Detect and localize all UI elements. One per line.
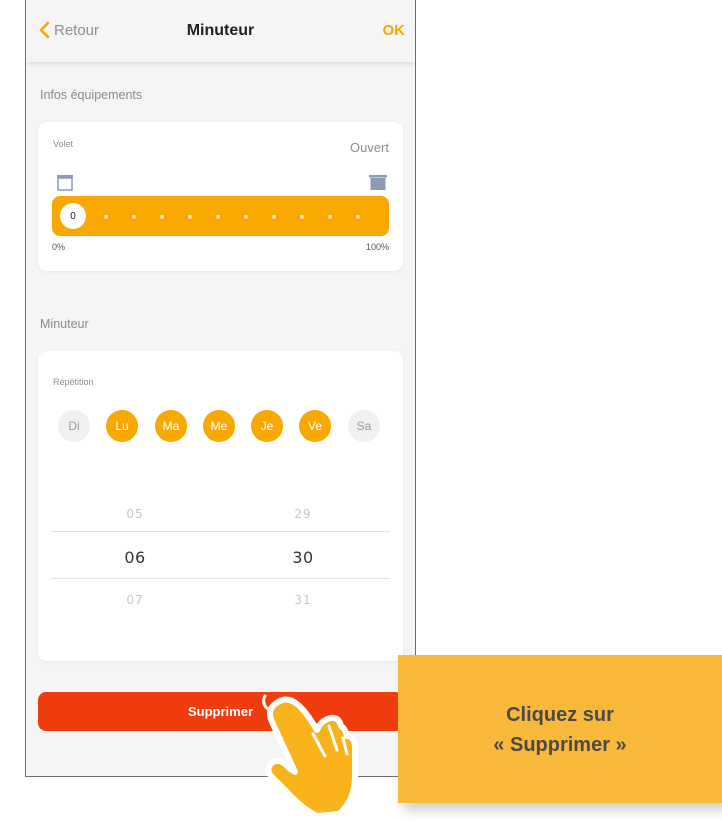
- instruction-callout: Cliquez sur « Supprimer »: [398, 655, 722, 803]
- slider-step-dot: [244, 215, 248, 219]
- device-state: Ouvert: [349, 140, 389, 155]
- hour-option-prev[interactable]: 05: [115, 507, 155, 521]
- day-toggle-me[interactable]: Me: [203, 410, 235, 442]
- slider-step-dot: [216, 215, 220, 219]
- slider-min-label: 0%: [52, 242, 66, 252]
- day-toggle-ma[interactable]: Ma: [155, 410, 187, 442]
- equipment-section-label: Infos équipements: [40, 88, 143, 102]
- picker-divider: [51, 531, 390, 532]
- page-title: Minuteur: [186, 22, 255, 39]
- slider-step-dot: [188, 215, 192, 219]
- phone-screen: Retour Minuteur OK Infos équipements Vol…: [25, 0, 416, 777]
- slider-step-dot: [272, 215, 276, 219]
- minute-option-next[interactable]: 31: [283, 593, 323, 607]
- slider-step-dot: [160, 215, 164, 219]
- slider-value: 0: [70, 210, 76, 222]
- day-toggle-lu[interactable]: Lu: [106, 410, 138, 442]
- slider-step-dot: [328, 215, 332, 219]
- slider-step-dot: [104, 215, 108, 219]
- shutter-open-icon: [56, 175, 74, 196]
- pointing-hand-icon: [255, 690, 375, 821]
- timer-section-label: Minuteur: [40, 317, 89, 331]
- day-toggle-ve[interactable]: Ve: [299, 410, 331, 442]
- day-toggle-sa[interactable]: Sa: [348, 410, 380, 442]
- timer-card: Répétition Di Lu Ma Me Je Ve Sa 05 06 07…: [38, 351, 403, 661]
- top-bar: Retour Minuteur OK: [26, 0, 415, 62]
- slider-step-dot: [132, 215, 136, 219]
- hour-option-selected[interactable]: 06: [115, 548, 155, 567]
- equipment-card: Volet Ouvert 0 0% 100%: [38, 122, 403, 271]
- slider-handle[interactable]: 0: [60, 203, 86, 229]
- repeat-label: Répétition: [53, 377, 94, 387]
- slider-step-dot: [300, 215, 304, 219]
- shutter-closed-icon: [369, 175, 387, 196]
- ok-button[interactable]: OK: [383, 22, 406, 39]
- slider-max-label: 100%: [365, 242, 389, 252]
- minute-option-selected[interactable]: 30: [283, 548, 323, 567]
- position-slider[interactable]: 0: [52, 196, 389, 236]
- day-toggle-di[interactable]: Di: [58, 410, 90, 442]
- instruction-text: Cliquez sur « Supprimer »: [493, 704, 627, 756]
- slider-step-dot: [356, 215, 360, 219]
- minute-option-prev[interactable]: 29: [283, 507, 323, 521]
- hour-option-next[interactable]: 07: [115, 593, 155, 607]
- picker-divider: [51, 578, 390, 579]
- day-toggle-je[interactable]: Je: [251, 410, 283, 442]
- device-label: Volet: [53, 139, 74, 149]
